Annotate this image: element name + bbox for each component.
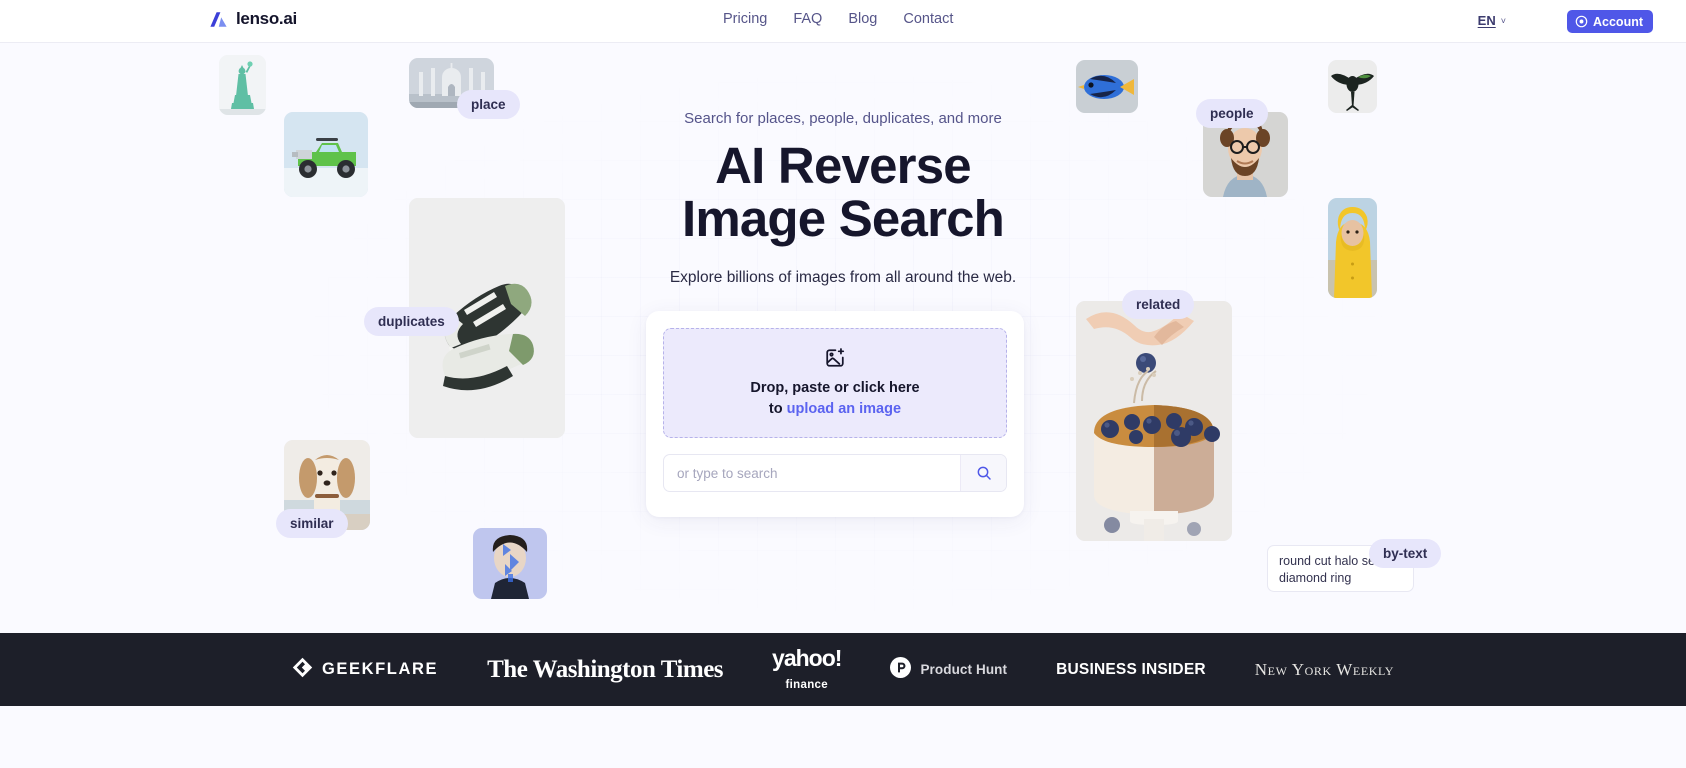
- chevron-down-icon: ˅: [1501, 16, 1506, 26]
- search-icon: [976, 465, 992, 481]
- yahoo-label: yahoo!: [772, 647, 841, 670]
- lenso-logo-icon: [209, 10, 228, 29]
- pill-related[interactable]: related: [1122, 290, 1194, 319]
- page-bottom-strip: [0, 706, 1686, 768]
- press-logo-washington-times[interactable]: The Washington Times: [487, 656, 723, 684]
- press-logo-yahoo-finance[interactable]: yahoo! finance: [772, 647, 841, 692]
- hero-section: Search for places, people, duplicates, a…: [0, 110, 1686, 287]
- press-logo-business-insider[interactable]: BUSINESS INSIDER: [1056, 661, 1206, 679]
- brand-name: lenso.ai: [236, 9, 297, 29]
- site-header: lenso.ai Pricing FAQ Blog Contact EN ˅ A…: [0, 0, 1686, 43]
- nav-link-blog[interactable]: Blog: [848, 11, 877, 27]
- washington-times-label: The Washington Times: [487, 656, 723, 684]
- thumbnail-black-bird[interactable]: [1328, 60, 1377, 113]
- nav-link-contact[interactable]: Contact: [903, 11, 953, 27]
- geekflare-label: GEEKFLARE: [322, 660, 438, 679]
- thumbnail-blueberry-cake[interactable]: [1076, 301, 1232, 541]
- account-button[interactable]: Account: [1567, 10, 1653, 33]
- search-card: Drop, paste or click here to upload an i…: [646, 311, 1024, 517]
- new-york-weekly-label: New York Weekly: [1255, 660, 1394, 680]
- press-logo-new-york-weekly[interactable]: New York Weekly: [1255, 660, 1394, 680]
- pill-label: duplicates: [378, 314, 445, 329]
- thumbnail-blue-tang-fish[interactable]: [1076, 60, 1138, 113]
- dropzone-line1: Drop, paste or click here: [750, 378, 919, 399]
- dropzone-line2-prefix: to: [769, 401, 787, 417]
- business-insider-label: BUSINESS INSIDER: [1056, 661, 1206, 679]
- pill-label: similar: [290, 516, 334, 531]
- main-nav: Pricing FAQ Blog Contact: [723, 11, 953, 27]
- brand-logo[interactable]: lenso.ai: [209, 9, 297, 29]
- account-target-icon: [1575, 15, 1588, 28]
- image-plus-icon: [824, 347, 846, 369]
- product-hunt-icon: [890, 657, 911, 683]
- pill-label: related: [1136, 297, 1180, 312]
- geekflare-icon: [292, 657, 313, 683]
- pill-label: by-text: [1383, 546, 1427, 561]
- thumbnail-statue-of-liberty[interactable]: [219, 55, 266, 115]
- nav-link-pricing[interactable]: Pricing: [723, 11, 767, 27]
- language-label: EN: [1478, 13, 1496, 28]
- hero-subtitle: Explore billions of images from all arou…: [0, 269, 1686, 287]
- thumbnail-portrait-face-scan[interactable]: [473, 528, 547, 599]
- search-bar: [663, 454, 1007, 492]
- product-hunt-label: Product Hunt: [920, 662, 1007, 677]
- pill-duplicates[interactable]: duplicates: [364, 307, 459, 336]
- search-input[interactable]: [664, 455, 960, 491]
- pill-similar[interactable]: similar: [276, 509, 348, 538]
- press-logo-strip: GEEKFLARE The Washington Times yahoo! fi…: [0, 633, 1686, 706]
- yahoo-finance-sublabel: finance: [786, 680, 828, 692]
- dropzone-line2: to upload an image: [769, 399, 901, 420]
- page-root: round cut halo setting diamond ring plac…: [0, 0, 1686, 768]
- hero-eyebrow: Search for places, people, duplicates, a…: [0, 110, 1686, 127]
- search-submit-button[interactable]: [960, 455, 1006, 491]
- page-title: AI Reverse Image Search: [643, 139, 1043, 245]
- upload-dropzone[interactable]: Drop, paste or click here to upload an i…: [663, 328, 1007, 438]
- upload-an-image-link[interactable]: upload an image: [787, 401, 901, 417]
- nav-link-faq[interactable]: FAQ: [793, 11, 822, 27]
- pill-by-text[interactable]: by-text: [1369, 539, 1441, 568]
- account-label: Account: [1593, 15, 1643, 29]
- press-logo-product-hunt[interactable]: Product Hunt: [890, 657, 1007, 683]
- press-logo-geekflare[interactable]: GEEKFLARE: [292, 657, 438, 683]
- language-selector[interactable]: EN ˅: [1478, 13, 1506, 28]
